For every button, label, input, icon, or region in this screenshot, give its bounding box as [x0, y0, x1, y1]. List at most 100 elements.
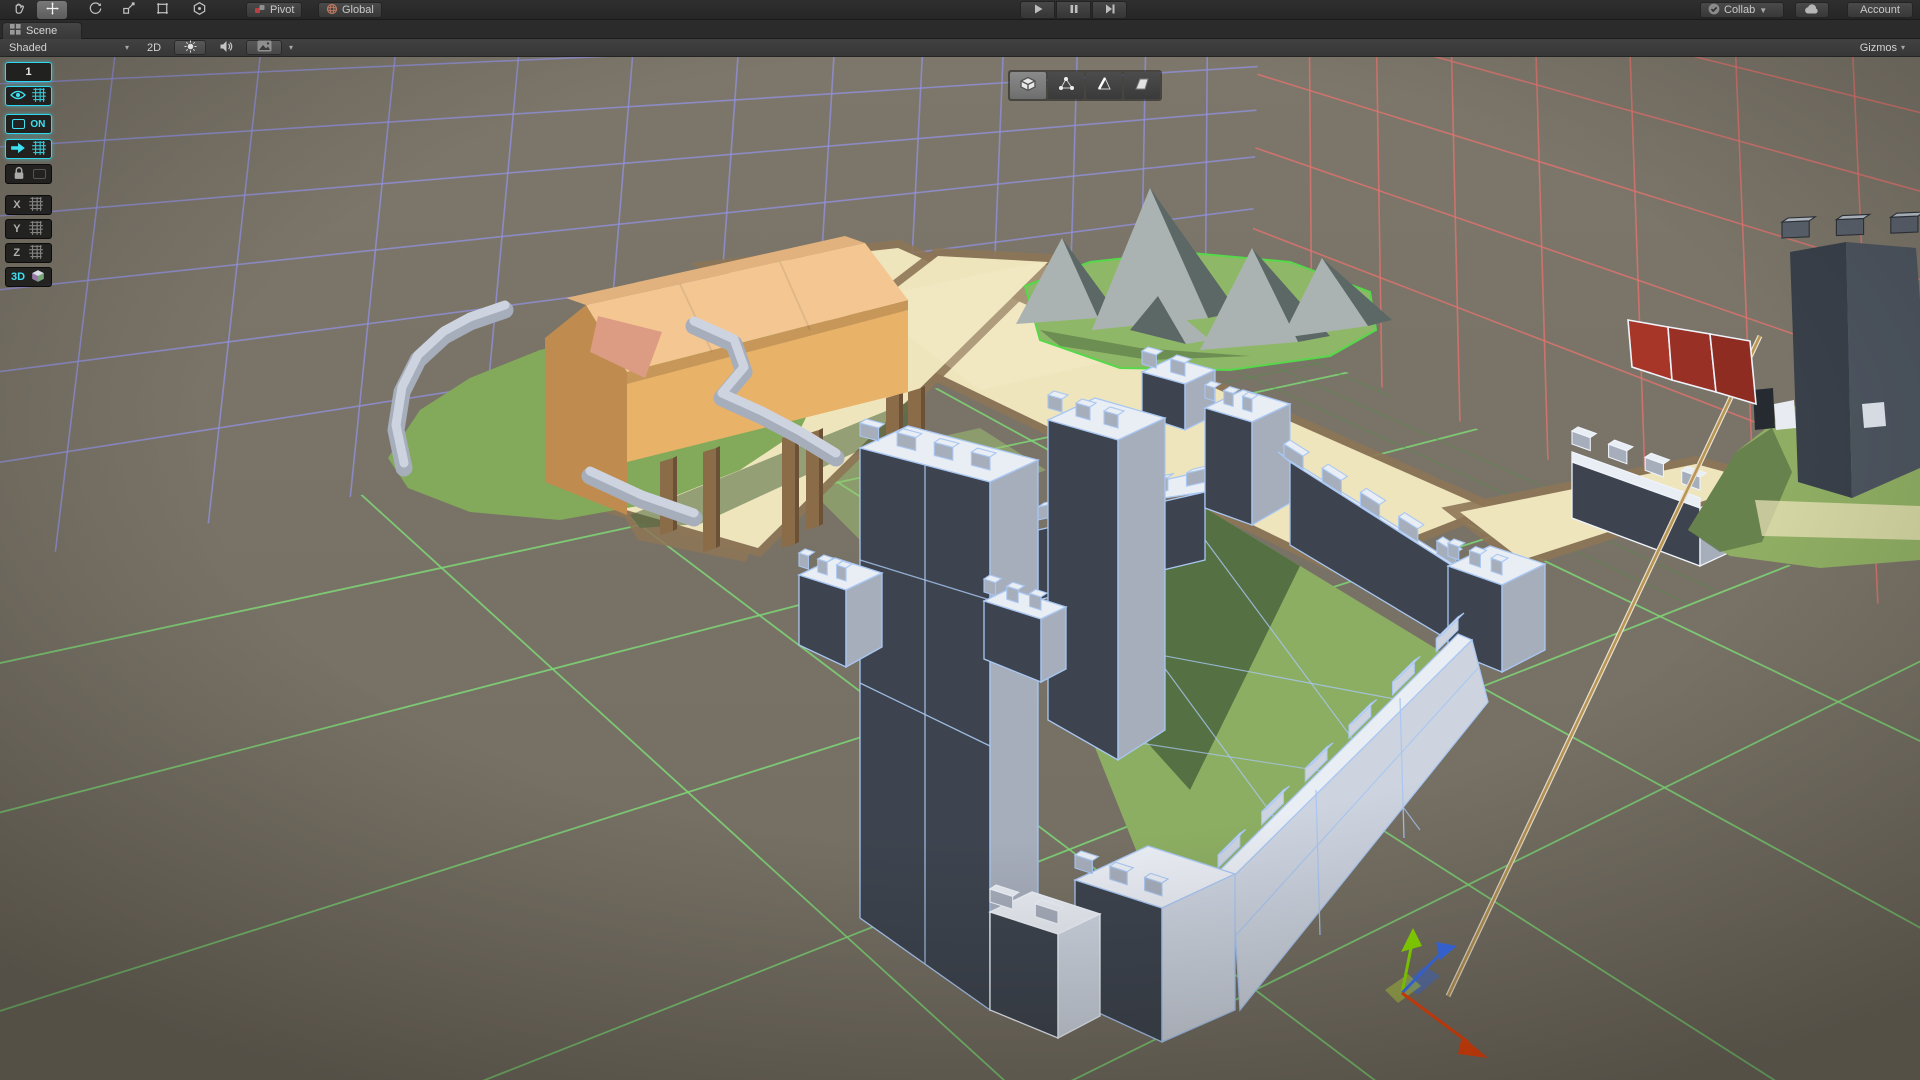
- transform-tool-button[interactable]: [184, 1, 214, 19]
- tab-row: Scene: [0, 20, 1920, 39]
- scene-tab-icon: [10, 24, 21, 38]
- scene-effects-button[interactable]: [246, 40, 282, 55]
- scene-tab-label: Scene: [26, 25, 57, 37]
- object-mode-button[interactable]: [1010, 72, 1046, 99]
- tab-scene[interactable]: Scene: [2, 22, 82, 39]
- snap-box-icon: [12, 119, 25, 129]
- scene-audio-toggle[interactable]: [212, 40, 240, 55]
- house-post: [660, 458, 673, 535]
- grid-glyph-icon: [28, 245, 44, 262]
- progrids-3d-mode-button[interactable]: 3D: [5, 267, 52, 287]
- progrids-axis-y-button[interactable]: Y: [5, 219, 52, 239]
- progrids-snap-size-button[interactable]: 1: [5, 62, 52, 82]
- house-post: [782, 434, 795, 548]
- vertex-mode-icon: [1057, 76, 1075, 95]
- collab-caret-icon: ▼: [1759, 6, 1767, 15]
- axis-x-label: X: [13, 199, 20, 211]
- pivot-toggle-button[interactable]: Pivot: [246, 2, 302, 18]
- image-effects-icon: [257, 40, 272, 55]
- effects-caret-button[interactable]: ▾: [284, 40, 298, 55]
- vertex-mode-button[interactable]: [1048, 72, 1084, 99]
- pivot-icon: [254, 3, 266, 18]
- face-mode-button[interactable]: [1124, 72, 1160, 99]
- gizmos-caret-icon: ▾: [1901, 43, 1905, 52]
- hill-path-strip: [1755, 500, 1920, 540]
- axis-y-label: Y: [13, 223, 20, 235]
- lock-icon: [11, 166, 27, 183]
- grid-glyph-icon: [31, 141, 47, 158]
- snap-size-value: 1: [25, 66, 31, 78]
- castle-wall-face: [1252, 404, 1290, 525]
- step-button[interactable]: [1092, 1, 1127, 19]
- effects-caret-icon: ▾: [289, 43, 293, 52]
- rect-tool-button[interactable]: [147, 1, 177, 19]
- gizmos-dropdown[interactable]: Gizmos ▾: [1855, 40, 1910, 55]
- 2d-label: 2D: [147, 42, 161, 54]
- progrids-show-grid-button[interactable]: [5, 86, 52, 106]
- account-label: Account: [1860, 4, 1900, 16]
- gizmos-label: Gizmos: [1860, 42, 1897, 54]
- merlon: [1782, 221, 1809, 238]
- arrow-right-icon: [10, 141, 26, 158]
- speaker-icon: [219, 40, 233, 56]
- collab-label: Collab: [1724, 4, 1755, 16]
- transform-icon: [192, 1, 207, 19]
- progrids-lock-grid-button[interactable]: [5, 164, 52, 184]
- 2d-toggle[interactable]: 2D: [142, 40, 166, 55]
- castle-wall-face: [1058, 914, 1100, 1038]
- eye-icon: [10, 88, 26, 105]
- mode-3d-label: 3D: [11, 271, 25, 283]
- scene-3d-canvas[interactable]: [0, 0, 1920, 1080]
- shading-mode-dropdown[interactable]: Shaded ▾: [4, 40, 134, 55]
- hand-icon: [12, 1, 27, 19]
- scale-tool-button[interactable]: [113, 1, 143, 19]
- 3d-cube-icon: [30, 269, 46, 286]
- collab-button[interactable]: Collab ▼: [1700, 2, 1784, 18]
- global-label: Global: [342, 4, 374, 16]
- tower-doorway: [1753, 388, 1775, 430]
- cloud-icon: [1804, 3, 1820, 18]
- grid-glyph-icon: [28, 197, 44, 214]
- rect-icon: [155, 1, 170, 19]
- house-post: [703, 448, 716, 552]
- object-mode-icon: [1019, 76, 1037, 95]
- scene-lighting-toggle[interactable]: [174, 40, 206, 55]
- hand-tool-button[interactable]: [4, 1, 34, 19]
- grid-glyph-icon: [31, 88, 47, 105]
- merlon: [1891, 216, 1918, 233]
- rotate-tool-button[interactable]: [80, 1, 110, 19]
- merlon: [1836, 218, 1863, 235]
- tower-base-highlight: [1774, 400, 1796, 430]
- tower-body-left: [1790, 242, 1852, 498]
- progrids-axis-z-button[interactable]: Z: [5, 243, 52, 263]
- castle-wall-face: [1205, 408, 1252, 525]
- play-button[interactable]: [1020, 1, 1055, 19]
- global-toggle-button[interactable]: Global: [318, 2, 382, 18]
- progrids-axis-x-button[interactable]: X: [5, 195, 52, 215]
- castle-wall-face: [1048, 420, 1118, 760]
- lock-box-icon: [33, 169, 46, 179]
- progrids-push-to-grid-button[interactable]: [5, 139, 52, 159]
- tower-body-right: [1846, 242, 1920, 498]
- progrids-snap-toggle-button[interactable]: ON: [5, 114, 52, 134]
- step-icon: [1104, 3, 1116, 18]
- account-button[interactable]: Account: [1847, 2, 1913, 18]
- house-post-side: [795, 432, 799, 544]
- pivot-label: Pivot: [270, 4, 294, 16]
- probuilder-mode-toolbar: [1008, 70, 1162, 101]
- move-tool-button[interactable]: [37, 1, 67, 19]
- pause-icon: [1068, 3, 1080, 18]
- main-toolbar: Pivot Global Collab ▼ Account: [0, 0, 1920, 20]
- cloud-button[interactable]: [1795, 2, 1829, 18]
- scale-icon: [121, 1, 136, 19]
- shading-caret-icon: ▾: [125, 43, 129, 52]
- face-mode-icon: [1133, 76, 1151, 95]
- rotate-icon: [88, 1, 103, 19]
- pause-button[interactable]: [1056, 1, 1091, 19]
- scene-viewport[interactable]: [0, 0, 1920, 1080]
- castle-wall-face: [1118, 418, 1165, 760]
- tower-base-highlight: [1862, 402, 1886, 428]
- edge-mode-button[interactable]: [1086, 72, 1122, 99]
- castle-wall-face: [1041, 607, 1066, 682]
- edge-mode-icon: [1095, 76, 1113, 95]
